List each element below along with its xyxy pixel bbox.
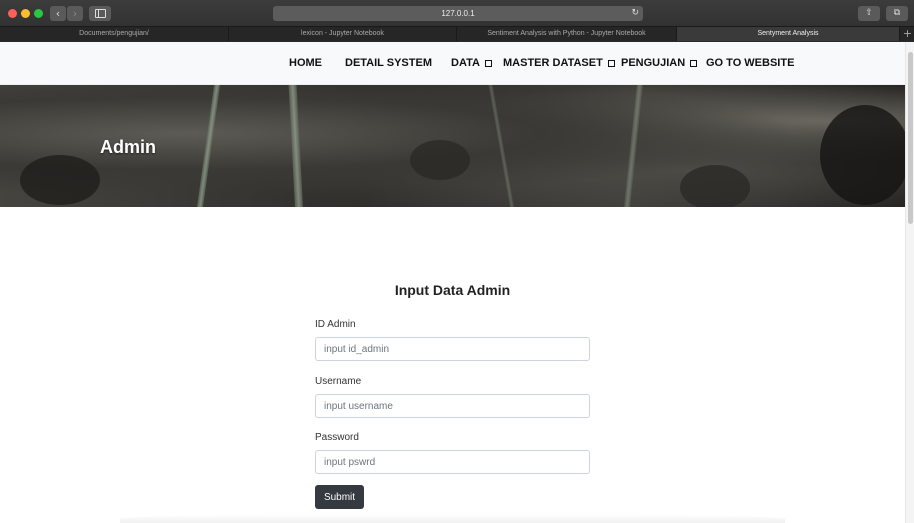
nav-detail-system-label: DETAIL SYSTEM	[345, 57, 432, 69]
page-scrollbar[interactable]	[905, 42, 914, 523]
nav-pengujian-label: PENGUJIAN	[621, 57, 686, 69]
footer-edge	[120, 514, 785, 523]
chevron-left-icon: ‹	[55, 7, 61, 20]
tab-sentiment-notebook[interactable]: Sentiment Analysis with Python - Jupyter…	[457, 27, 677, 41]
password-label: Password	[315, 432, 359, 443]
dropdown-caret-icon	[484, 60, 492, 67]
show-tabs-button[interactable]: ⧉	[886, 6, 908, 21]
sidebar-toggle-button[interactable]	[89, 6, 111, 21]
forward-button[interactable]: ›	[67, 6, 83, 21]
hero-banner: Admin	[0, 85, 905, 207]
scrollbar-thumb[interactable]	[908, 52, 913, 224]
id-admin-label: ID Admin	[315, 319, 356, 330]
address-bar-url: 127.0.0.1	[441, 9, 475, 18]
nav-home-link[interactable]: HOME	[289, 57, 322, 69]
address-bar[interactable]: 127.0.0.1 ↻	[273, 6, 643, 21]
nav-home-label: HOME	[289, 57, 322, 69]
nav-data-dropdown[interactable]: DATA	[451, 57, 492, 69]
tab-bar: Documents/pengujian/ lexicon - Jupyter N…	[0, 26, 914, 41]
username-input[interactable]	[315, 394, 590, 418]
tabs-icon: ⧉	[893, 8, 901, 18]
submit-button[interactable]: Submit	[315, 485, 364, 509]
reload-icon[interactable]: ↻	[631, 6, 639, 21]
page-viewport: HOME DETAIL SYSTEM DATA MASTER DATASET P…	[0, 42, 914, 523]
username-label: Username	[315, 376, 362, 387]
zoom-window-button[interactable]	[34, 9, 43, 18]
id-admin-input[interactable]	[315, 337, 590, 361]
close-window-button[interactable]	[8, 9, 17, 18]
tab-documents-pengujian[interactable]: Documents/pengujian/	[0, 27, 229, 41]
tab-lexicon-notebook[interactable]: lexicon - Jupyter Notebook	[229, 27, 457, 41]
form-title: Input Data Admin	[394, 282, 511, 298]
minimize-window-button[interactable]	[21, 9, 30, 18]
nav-master-dataset-label: MASTER DATASET	[503, 57, 603, 69]
dropdown-caret-icon	[607, 60, 615, 67]
back-button[interactable]: ‹	[50, 6, 66, 21]
nav-master-dataset-dropdown[interactable]: MASTER DATASET	[503, 57, 615, 69]
share-icon: ⇧	[865, 8, 873, 18]
dropdown-caret-icon	[690, 60, 698, 67]
browser-titlebar: ‹ › 127.0.0.1 ↻ ⇧ ⧉	[0, 0, 914, 26]
nav-detail-system-link[interactable]: DETAIL SYSTEM	[345, 57, 432, 69]
chevron-right-icon: ›	[72, 7, 78, 20]
nav-data-label: DATA	[451, 57, 480, 69]
nav-pengujian-dropdown[interactable]: PENGUJIAN	[621, 57, 698, 69]
password-input[interactable]	[315, 450, 590, 474]
tab-sentyment-analysis[interactable]: Sentyment Analysis	[677, 27, 900, 41]
site-navbar: HOME DETAIL SYSTEM DATA MASTER DATASET P…	[0, 42, 905, 85]
new-tab-button[interactable]: +	[901, 27, 914, 41]
nav-go-to-website-link[interactable]: GO TO WEBSITE	[706, 57, 794, 69]
share-button[interactable]: ⇧	[858, 6, 880, 21]
page-title: Admin	[100, 137, 156, 157]
nav-go-to-website-label: GO TO WEBSITE	[706, 57, 795, 69]
